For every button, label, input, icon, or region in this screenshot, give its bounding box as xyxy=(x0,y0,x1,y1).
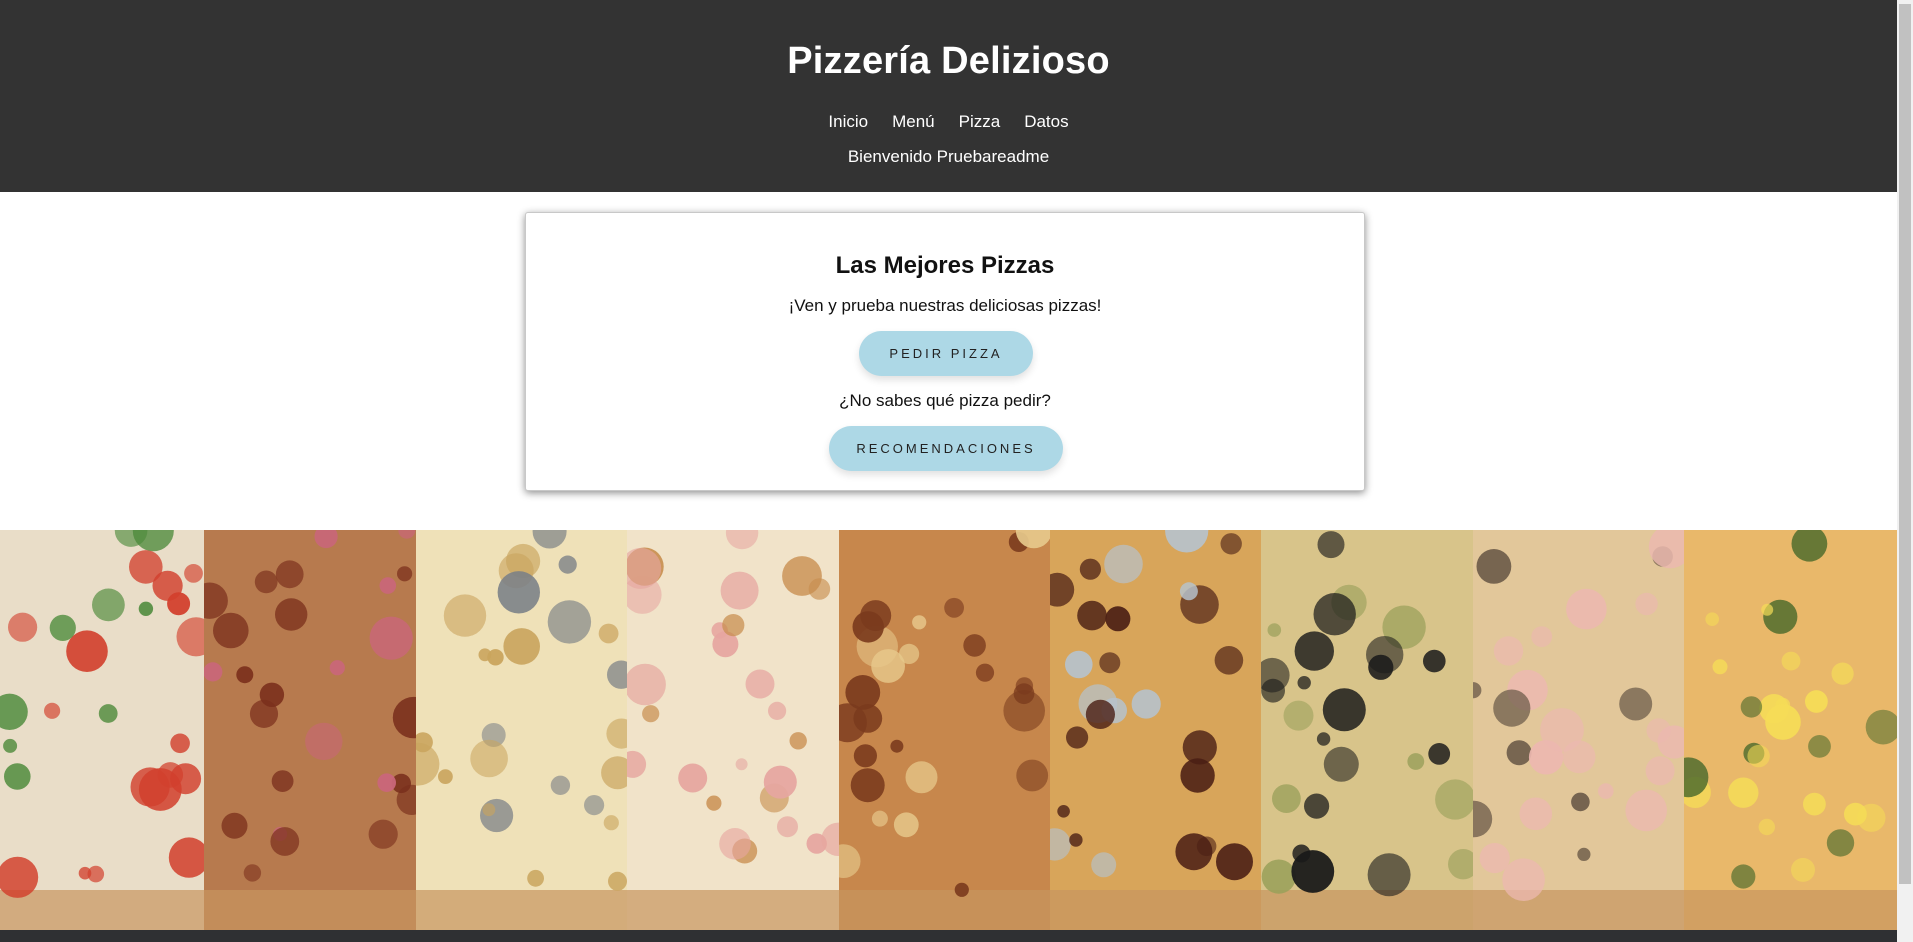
bottom-bar xyxy=(0,930,1897,942)
pizza-photo xyxy=(627,530,839,930)
hawaiian-pizza-image xyxy=(1684,530,1897,930)
hero-question: ¿No sabes qué pizza pedir? xyxy=(839,391,1051,410)
bbq-chicken-pizza-image xyxy=(204,530,416,930)
pizza-photo xyxy=(839,530,1050,930)
recommendations-button[interactable]: RECOMENDACIONES xyxy=(829,426,1063,471)
site-title: Pizzería Delizioso xyxy=(787,40,1110,82)
nav-link-pizza[interactable]: Pizza xyxy=(959,112,1001,132)
pizza-gallery xyxy=(0,530,1897,930)
margherita-pizza-image xyxy=(0,530,204,930)
scrollbar-thumb[interactable] xyxy=(1899,4,1911,884)
hero-card: Las Mejores Pizzas ¡Ven y prueba nuestra… xyxy=(525,212,1365,491)
nav-link-menu[interactable]: Menú xyxy=(892,112,935,132)
pizza-photo xyxy=(204,530,416,930)
order-pizza-button[interactable]: PEDIR PIZZA xyxy=(859,331,1033,376)
page-scrollbar[interactable] xyxy=(1897,0,1913,942)
ham-cheese-pizza-image xyxy=(627,530,839,930)
hero-subtitle: ¡Ven y prueba nuestras deliciosas pizzas… xyxy=(788,296,1102,315)
pizza-photo xyxy=(1473,530,1684,930)
pizza-photo xyxy=(1261,530,1473,930)
welcome-message: Bienvenido Pruebareadme xyxy=(847,147,1050,166)
pizza-photo xyxy=(1684,530,1897,930)
four-cheese-pizza-image xyxy=(416,530,627,930)
pizza-photo xyxy=(1050,530,1261,930)
site-header: Pizzería Delizioso Inicio Menú Pizza Dat… xyxy=(0,0,1897,192)
pizza-photo xyxy=(416,530,627,930)
pepperoni-pizza-image xyxy=(1050,530,1261,930)
hero-title: Las Mejores Pizzas xyxy=(835,252,1055,279)
ham-mushroom-pizza-image xyxy=(1473,530,1684,930)
olive-mushroom-pizza-image xyxy=(1261,530,1473,930)
main-nav: Inicio Menú Pizza Datos xyxy=(0,112,1897,132)
nav-link-inicio[interactable]: Inicio xyxy=(828,112,868,132)
nav-link-datos[interactable]: Datos xyxy=(1024,112,1068,132)
pizza-photo xyxy=(0,530,204,930)
meat-onion-pizza-image xyxy=(839,530,1050,930)
